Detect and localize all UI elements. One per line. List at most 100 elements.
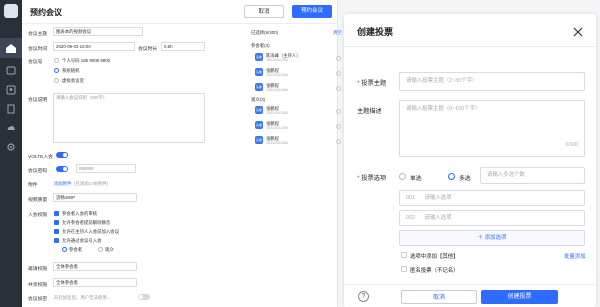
home-nav-icon[interactable] — [0, 38, 22, 58]
calendar-nav-icon[interactable] — [5, 64, 17, 76]
cancel-button[interactable]: 取消 — [244, 5, 284, 18]
booking-window: 预约会议 取消 预约会议 会议主题 图表本的视频会议 会议时间 2020-09-… — [22, 0, 342, 307]
remove-participant-button[interactable] — [336, 124, 341, 129]
remove-participant-button[interactable] — [336, 109, 341, 114]
clear-participants-link[interactable]: 清空 — [333, 30, 342, 36]
vote-dialog-footer: ? 取消 创建投票 — [344, 284, 596, 307]
join-permission-label: 入会权限 — [28, 213, 48, 218]
participant-number: 15010041364 — [266, 88, 288, 92]
side-rail — [0, 0, 22, 307]
desc-label: 会议说明 — [28, 98, 48, 103]
vote-desc-label: 主题描述 — [357, 108, 382, 115]
header-divider — [344, 46, 596, 47]
add-attachment-link[interactable]: 添加附件 — [54, 181, 72, 187]
create-vote-button[interactable]: 创建投票 — [481, 290, 558, 304]
participant-number: 15010041364 — [266, 126, 288, 130]
vote-dialog-title: 创建投票 — [357, 27, 394, 37]
desc-textarea[interactable]: 请输入会议说明（500字） — [53, 93, 205, 143]
meeting-no-option-personal: 个人号码 185 8008 8800 — [62, 58, 111, 63]
multi-choice-radio[interactable] — [448, 173, 455, 180]
booking-title: 预约会议 — [30, 8, 62, 17]
invite-permission-select[interactable]: 全体参会者 — [53, 262, 137, 271]
settings-nav-icon[interactable] — [5, 141, 17, 153]
time-label: 会议时间 — [28, 47, 48, 52]
volte-toggle[interactable] — [56, 152, 68, 158]
password-input[interactable]: 888888 — [76, 164, 136, 173]
participants-count: 已选择(6/300) — [251, 30, 279, 35]
join-sub-audience-label: 观众 — [105, 247, 114, 252]
document-nav-icon[interactable] — [5, 103, 17, 115]
meeting-no-label: 会议号 — [28, 60, 43, 65]
join-opt3-label: 允许在主持人入会前加入会议 — [62, 229, 120, 234]
contacts-nav-icon[interactable] — [5, 84, 17, 96]
help-icon[interactable]: ? — [358, 291, 369, 302]
duration-label: 会议时长 — [138, 47, 158, 52]
multi-choice-label: 多选 — [459, 176, 471, 182]
group-audience-label: 观众(3) — [251, 97, 266, 102]
quality-label: 视频质量 — [28, 198, 48, 203]
password-toggle[interactable] — [56, 166, 68, 172]
meeting-no-radio-personal[interactable] — [54, 58, 59, 63]
plus-icon: ＋ — [477, 235, 485, 241]
add-option-label: 添加选项 — [484, 235, 507, 241]
subject-label: 会议主题 — [28, 32, 48, 37]
participant-avatar: 头像 — [255, 83, 263, 91]
quality-select[interactable]: 流畅480P — [53, 193, 137, 202]
close-icon[interactable] — [573, 24, 583, 37]
share-permission-select[interactable]: 全体参会者 — [53, 278, 137, 287]
vote-subject-label: * 投票主题 — [357, 78, 386, 87]
vote-subject-input[interactable]: 请输入投票主题（2~30个字） — [399, 72, 585, 91]
participant-number: 15010041364 — [266, 73, 288, 77]
password-label: 会议密码 — [28, 169, 48, 174]
meeting-no-option-virtual: 虚拟会议室 — [62, 78, 84, 83]
time-input[interactable]: 2020-09-03 15:00 — [53, 42, 135, 51]
single-choice-label: 单选 — [410, 176, 422, 182]
encryption-hint: 开启加密后，用户无法使用... — [54, 295, 111, 300]
vote-options-label-text: 投票选项 — [361, 175, 387, 182]
book-meeting-button[interactable]: 预约会议 — [292, 5, 332, 18]
batch-add-link[interactable]: 批量添加 — [564, 252, 586, 260]
vote-cancel-button[interactable]: 取消 — [401, 290, 477, 304]
remove-participant-button[interactable] — [336, 139, 341, 144]
encryption-toggle[interactable] — [138, 294, 150, 300]
meeting-no-radio-virtual[interactable] — [54, 78, 59, 83]
encryption-label: 会议加密 — [28, 297, 48, 302]
meeting-no-radio-random[interactable] — [54, 68, 59, 73]
participant-number: 15010041364 — [266, 141, 288, 145]
subject-input[interactable]: 图表本的视频会议 — [53, 27, 143, 36]
duration-select[interactable]: 0.5h — [161, 42, 205, 51]
remove-participant-button[interactable] — [336, 71, 341, 76]
option-1-input[interactable]: 001 请输入选项 — [399, 190, 585, 206]
attachments-label: 附件 — [28, 183, 38, 188]
cloud-nav-icon[interactable] — [5, 122, 17, 134]
option-2-input[interactable]: 002 请输入选项 — [399, 210, 585, 226]
join-sub-radio-audience[interactable] — [98, 247, 103, 252]
anonymous-label: 匿名投票（不记名） — [410, 268, 459, 274]
participant-avatar: 头像 — [255, 121, 263, 129]
anonymous-checkbox[interactable] — [401, 266, 407, 272]
join-opt4-checkbox[interactable] — [54, 238, 59, 243]
participant-avatar: 头像 — [255, 106, 263, 114]
single-choice-radio[interactable] — [399, 173, 406, 180]
remove-participant-button[interactable] — [336, 56, 341, 61]
required-mark: * — [357, 175, 360, 182]
vote-desc-textarea[interactable]: 请输入投票主题（0~100个字） 0/100 — [399, 100, 585, 157]
vote-options-label: * 投票选项 — [357, 173, 386, 182]
vote-desc-counter: 0/100 — [565, 142, 578, 148]
option-1-number: 001 — [406, 195, 415, 201]
meeting-no-option-random: 系统随机 — [62, 68, 80, 73]
join-opt1-checkbox[interactable] — [54, 211, 59, 216]
join-sub-radio-attendee[interactable] — [62, 247, 67, 252]
join-opt2-checkbox[interactable] — [54, 220, 59, 225]
add-other-checkbox[interactable] — [401, 252, 407, 258]
add-option-button[interactable]: ＋ 添加选项 — [399, 230, 585, 246]
join-opt3-checkbox[interactable] — [54, 229, 59, 234]
share-permission-label: 共享权限 — [28, 283, 48, 288]
multi-count-input[interactable]: 请输入多选个数 — [480, 167, 585, 184]
option-2-number: 002 — [406, 215, 415, 221]
attachments-hint: (已添加17份附件) — [74, 181, 109, 186]
remove-participant-button[interactable] — [336, 86, 341, 91]
option-1-placeholder: 请输入选项 — [424, 195, 452, 201]
vote-desc-placeholder: 请输入投票主题（0~100个字） — [406, 106, 481, 112]
option-2-placeholder: 请输入选项 — [424, 215, 452, 221]
